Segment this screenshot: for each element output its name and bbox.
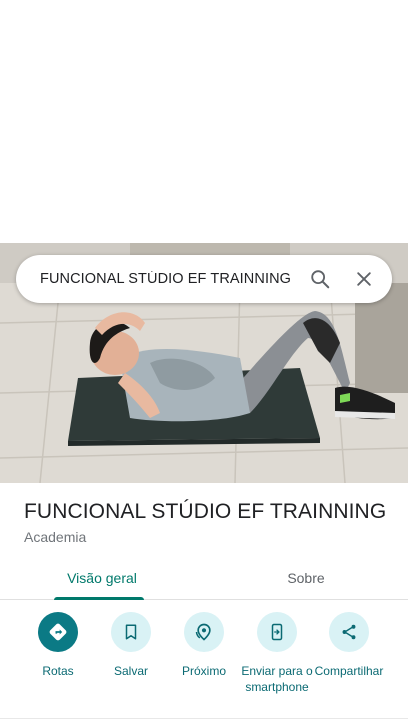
send-to-phone-button[interactable]: Enviar para o smartphone (239, 612, 315, 695)
tab-overview-label: Visão geral (67, 569, 137, 586)
close-icon[interactable] (342, 255, 386, 303)
share-button[interactable]: Compartilhar (311, 612, 387, 679)
save-label: Salvar (113, 664, 148, 678)
tab-active-indicator (54, 597, 144, 600)
tab-overview[interactable]: Visão geral (0, 556, 204, 600)
tab-about[interactable]: Sobre (204, 556, 408, 599)
send-to-phone-label: Enviar para o smartphone (241, 664, 313, 694)
tab-about-label: Sobre (287, 569, 325, 586)
save-button[interactable]: Salvar (93, 612, 169, 679)
bookmark-icon (111, 612, 151, 652)
share-icon (329, 612, 369, 652)
search-icon[interactable] (298, 255, 342, 303)
directions-icon (38, 612, 78, 652)
send-to-phone-icon (257, 612, 297, 652)
directions-button[interactable]: Rotas (20, 612, 96, 679)
action-buttons-row: Rotas Salvar Próximo Enviar para o smart… (0, 612, 408, 712)
nearby-icon (184, 612, 224, 652)
directions-label: Rotas (42, 664, 74, 678)
place-title: FUNCIONAL STÚDIO EF TRAINNING (24, 500, 387, 523)
place-page: FUNCIONAL STÚDIO EF TRAINNING FUNCIONAL … (0, 0, 408, 726)
search-bar[interactable]: FUNCIONAL STÚDIO EF TRAINNING (16, 255, 392, 303)
bottom-divider (0, 718, 408, 719)
place-category[interactable]: Academia (24, 529, 86, 545)
nearby-label: Próximo (181, 664, 226, 678)
nearby-button[interactable]: Próximo (166, 612, 242, 679)
share-label: Compartilhar (314, 664, 384, 678)
search-input[interactable]: FUNCIONAL STÚDIO EF TRAINNING (16, 271, 298, 287)
place-tabs: Visão geral Sobre (0, 556, 408, 600)
